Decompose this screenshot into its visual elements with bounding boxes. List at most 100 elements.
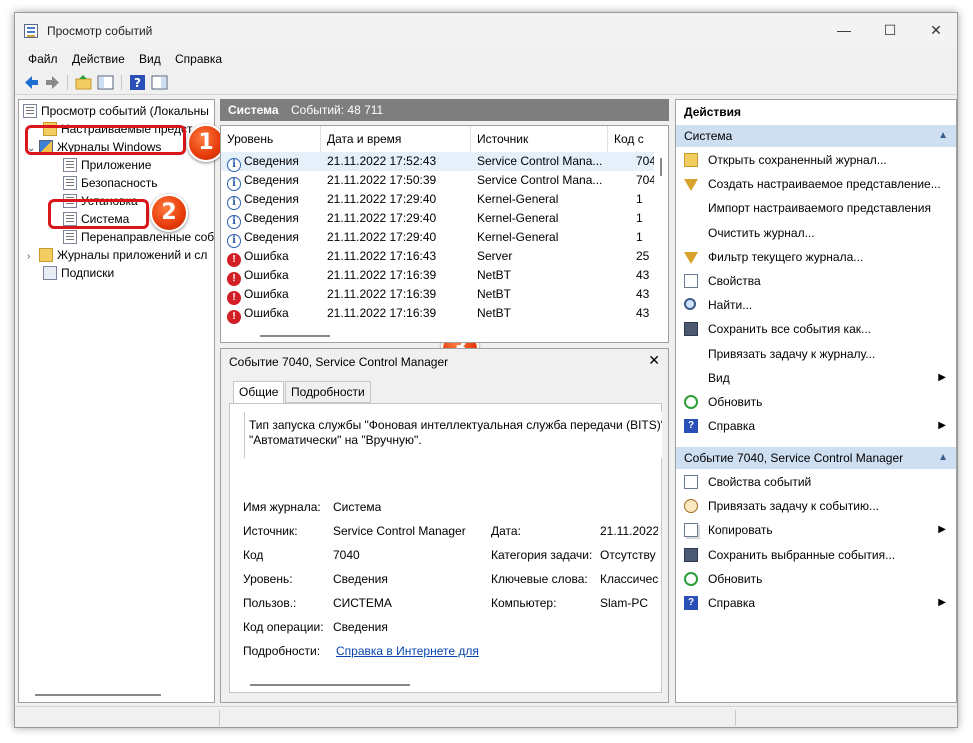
menu-bar: Файл Действие Вид Справка <box>15 49 957 69</box>
event-row[interactable]: ! Ошибка 21.11.2022 17:16:39 NetBT 43 <box>221 285 656 305</box>
show-hide-tree-icon[interactable] <box>97 74 114 91</box>
cell-datetime: 21.11.2022 17:16:43 <box>327 247 471 266</box>
cell-level: i Сведения <box>227 152 321 172</box>
action-item[interactable]: Вид ▶ <box>676 366 956 390</box>
action-label: Справка <box>708 419 756 434</box>
event-row[interactable]: ! Ошибка 21.11.2022 17:16:43 Server 25 <box>221 247 656 267</box>
cell-level-text: Сведения <box>244 154 299 168</box>
tree-label: Приложение <box>81 158 152 172</box>
cell-datetime-text: 21.11.2022 17:16:43 <box>327 249 437 263</box>
action-item[interactable]: Привязать задачу к событию... <box>676 494 956 518</box>
tree-item-subscriptions[interactable]: Подписки <box>43 264 114 282</box>
properties-pane-icon[interactable] <box>151 74 168 91</box>
cell-level: ! Ошибка <box>227 304 321 324</box>
action-item[interactable]: Найти... <box>676 293 956 317</box>
action-label: Открыть сохраненный журнал... <box>708 153 887 167</box>
label-computer: Компьютер: <box>491 596 557 610</box>
action-label: Создать настраиваемое представление... <box>708 177 941 192</box>
minimize-button[interactable]: — <box>821 13 867 47</box>
action-item[interactable]: Обновить <box>676 567 956 591</box>
maximize-button[interactable]: ☐ <box>867 13 913 47</box>
action-label: Сохранить все события как... <box>708 322 871 337</box>
value-level: Сведения <box>333 572 388 586</box>
scroll-thumb[interactable] <box>660 158 662 176</box>
column-header-level[interactable]: Уровень <box>221 126 321 152</box>
column-header-datetime[interactable]: Дата и время <box>321 126 471 152</box>
collapsed-caret-icon[interactable]: › <box>27 248 39 266</box>
event-row[interactable]: ! Ошибка 21.11.2022 17:16:39 NetBT 43 <box>221 304 656 324</box>
action-item[interactable]: Сохранить выбранные события... <box>676 543 956 567</box>
action-item[interactable]: Очистить журнал... <box>676 221 956 245</box>
tree-item-forwarded-events[interactable]: Перенаправленные соб <box>63 228 214 246</box>
info-icon: i <box>227 177 241 191</box>
collapse-arrow-icon[interactable]: ▲ <box>938 125 948 147</box>
events-vertical-scrollbar[interactable] <box>654 152 668 342</box>
error-icon: ! <box>227 272 241 286</box>
cell-source: NetBT <box>477 285 608 304</box>
navigation-tree-pane: Просмотр событий (Локальны Настраиваемые… <box>18 99 215 703</box>
action-item[interactable]: Обновить <box>676 390 956 414</box>
action-label: Очистить журнал... <box>708 225 815 240</box>
actions-section-event[interactable]: Событие 7040, Service Control Manager ▲ <box>676 447 956 469</box>
cell-code: 704 <box>636 152 656 171</box>
cell-code-text: 1 <box>636 230 643 244</box>
tree-item-security[interactable]: Безопасность <box>63 174 158 192</box>
tree-item-application[interactable]: Приложение <box>63 156 151 174</box>
collapse-arrow-icon[interactable]: ▲ <box>938 447 948 469</box>
event-row[interactable]: i Сведения 21.11.2022 17:29:40 Kernel-Gener… <box>221 209 656 229</box>
properties-icon <box>684 274 698 288</box>
tab-details[interactable]: Подробности <box>285 381 371 403</box>
menu-file[interactable]: Файл <box>28 52 58 66</box>
label-more-info: Подробности: <box>243 644 321 658</box>
detail-horizontal-scrollbar[interactable] <box>250 684 410 686</box>
action-item[interactable]: Свойства <box>676 269 956 293</box>
event-row[interactable]: i Сведения 21.11.2022 17:50:39 Service Cont… <box>221 171 656 191</box>
action-item[interactable]: ? Справка ▶ <box>676 591 956 615</box>
event-detail-pane: Событие 7040, Service Control Manager ✕ … <box>220 348 669 703</box>
event-row[interactable]: ! Ошибка 21.11.2022 17:16:39 NetBT 43 <box>221 266 656 286</box>
menu-view[interactable]: Вид <box>139 52 161 66</box>
tree-horizontal-scrollbar[interactable] <box>35 694 161 696</box>
action-item[interactable]: Сохранить все события как... <box>676 317 956 341</box>
close-button[interactable]: ✕ <box>913 13 957 47</box>
action-item[interactable]: Копировать ▶ <box>676 518 956 542</box>
cell-datetime-text: 21.11.2022 17:29:40 <box>327 192 437 206</box>
cell-source-text: Server <box>477 249 513 263</box>
action-item[interactable]: Фильтр текущего журнала... <box>676 245 956 269</box>
online-help-link[interactable]: Справка в Интернете для <box>336 644 479 658</box>
section-label: Событие 7040, Service Control Manager <box>684 451 904 465</box>
action-item[interactable]: Привязать задачу к журналу... <box>676 342 956 366</box>
action-item[interactable]: Открыть сохраненный журнал... <box>676 148 956 172</box>
folder-up-icon[interactable] <box>75 74 92 91</box>
column-header-source[interactable]: Источник <box>471 126 608 152</box>
event-row[interactable]: i Сведения 21.11.2022 17:29:40 Kernel-Gener… <box>221 190 656 210</box>
action-item[interactable]: ? Справка ▶ <box>676 414 956 438</box>
menu-help[interactable]: Справка <box>175 52 222 66</box>
action-item[interactable]: Создать настраиваемое представление... <box>676 172 956 196</box>
folder-open-icon <box>684 153 698 167</box>
back-icon[interactable] <box>23 74 40 91</box>
cell-source-text: Service Control Mana... <box>477 154 603 168</box>
events-horizontal-scrollbar[interactable] <box>260 335 330 337</box>
tree-item-app-service-logs[interactable]: › Журналы приложений и сл <box>27 246 207 264</box>
event-row[interactable]: i Сведения 21.11.2022 17:29:40 Kernel-Gener… <box>221 228 656 248</box>
action-item[interactable]: Импорт настраиваемого представления <box>676 196 956 220</box>
cell-source: Service Control Mana... <box>477 152 608 171</box>
callout-highlight-windows-logs <box>25 125 186 155</box>
forward-icon[interactable] <box>44 74 61 91</box>
cell-level-text: Ошибка <box>244 306 289 320</box>
tab-general[interactable]: Общие <box>233 381 285 404</box>
value-log-name: Система <box>333 500 382 514</box>
menu-action[interactable]: Действие <box>72 52 125 66</box>
cell-datetime-text: 21.11.2022 17:16:39 <box>327 268 437 282</box>
action-label: Фильтр текущего журнала... <box>708 249 864 264</box>
help-icon[interactable]: ? <box>129 74 146 91</box>
cell-datetime: 21.11.2022 17:29:40 <box>327 209 471 228</box>
column-header-code[interactable]: Код с <box>608 126 656 152</box>
event-row[interactable]: i Сведения 21.11.2022 17:52:43 Service Cont… <box>221 152 656 172</box>
action-item[interactable]: Свойства событий <box>676 470 956 494</box>
actions-section-system[interactable]: Система ▲ <box>676 125 956 147</box>
event-detail-title: Событие 7040, Service Control Manager <box>229 355 449 369</box>
tree-root-event-viewer[interactable]: Просмотр событий (Локальны <box>23 102 209 120</box>
detail-close-button[interactable]: ✕ <box>648 352 660 369</box>
